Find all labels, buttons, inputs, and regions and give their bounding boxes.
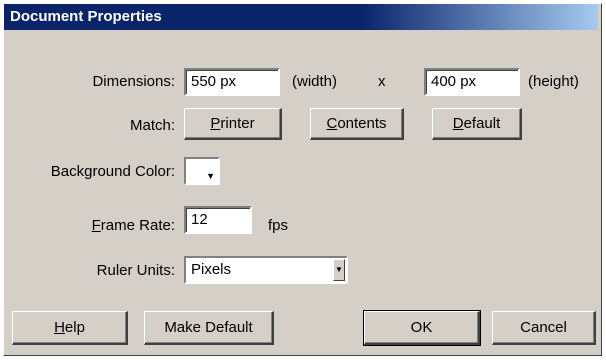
contents-button-label: Contents xyxy=(326,115,387,132)
width-input[interactable]: 550 px xyxy=(184,68,280,96)
height-caption: (height) xyxy=(528,73,579,90)
dropdown-arrow-icon[interactable]: ▼ xyxy=(333,259,345,281)
ruler-units-value: Pixels xyxy=(191,261,232,278)
background-color-label: Background Color: xyxy=(50,163,175,180)
fps-unit-label: fps xyxy=(268,217,289,234)
dialog-title: Document Properties xyxy=(10,8,162,25)
frame-rate-label: Frame Rate: xyxy=(91,217,175,234)
default-button-label: Default xyxy=(452,115,501,132)
cancel-button[interactable]: Cancel xyxy=(492,311,596,345)
make-default-button[interactable]: Make Default xyxy=(144,311,274,345)
height-input[interactable]: 400 px xyxy=(424,68,520,96)
printer-button-label: Printer xyxy=(210,115,255,132)
match-printer-button[interactable]: Printer xyxy=(184,108,282,140)
frame-rate-input[interactable]: 12 xyxy=(184,206,252,234)
background-color-swatch[interactable]: ▼ xyxy=(184,157,220,185)
dialog-title-bar: Document Properties xyxy=(4,4,598,30)
match-label: Match: xyxy=(129,117,175,134)
help-button-label: Help xyxy=(54,319,85,336)
dimensions-label: Dimensions: xyxy=(92,73,175,90)
dimension-separator: x xyxy=(378,73,386,90)
chevron-down-icon: ▼ xyxy=(206,171,215,181)
match-contents-button[interactable]: Contents xyxy=(310,108,404,140)
help-button[interactable]: Help xyxy=(12,311,128,345)
ok-button[interactable]: OK xyxy=(363,310,481,346)
width-caption: (width) xyxy=(292,73,338,90)
ruler-units-label: Ruler Units: xyxy=(96,262,175,279)
match-default-button[interactable]: Default xyxy=(432,108,522,140)
ruler-units-select[interactable]: Pixels ▼ xyxy=(184,256,348,284)
